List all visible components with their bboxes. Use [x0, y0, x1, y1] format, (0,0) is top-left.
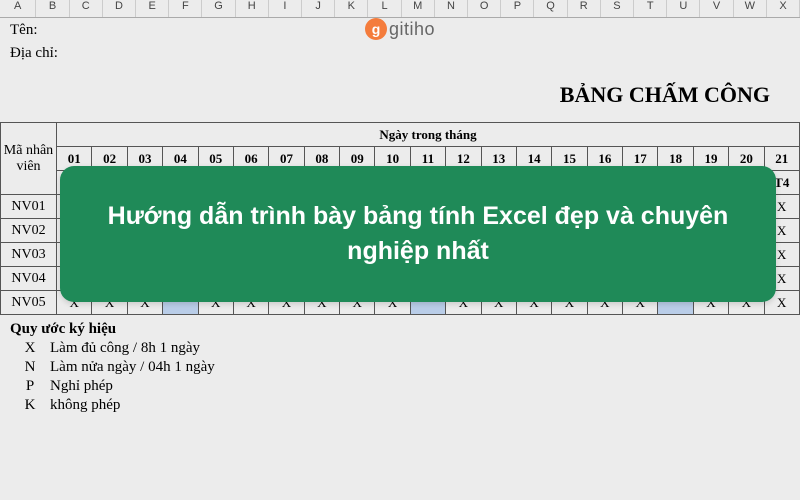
legend-description: Làm nửa ngày / 04h 1 ngày: [50, 359, 790, 376]
legend-row: XLàm đủ công / 8h 1 ngày: [10, 340, 790, 357]
column-letter: L: [368, 0, 401, 17]
legend-title: Quy ước ký hiệu: [10, 321, 790, 338]
legend-symbol: K: [10, 397, 50, 414]
employee-id-cell: NV04: [1, 267, 57, 291]
legend-row: Kkhông phép: [10, 397, 790, 414]
overlay-text: Hướng dẫn trình bày bảng tính Excel đẹp …: [80, 199, 756, 269]
day-number-cell: 21: [764, 147, 800, 171]
column-letter: K: [335, 0, 368, 17]
column-letter: T: [634, 0, 667, 17]
column-letter: W: [734, 0, 767, 17]
legend-row: NLàm nửa ngày / 04h 1 ngày: [10, 359, 790, 376]
employee-id-cell: NV01: [1, 195, 57, 219]
logo-text: gitiho: [389, 19, 435, 39]
header-employee: Mã nhân viên: [1, 123, 57, 195]
legend-description: không phép: [50, 397, 790, 414]
field-diachi: Địa chỉ:: [0, 41, 800, 64]
legend-row: PNghỉ phép: [10, 378, 790, 395]
employee-id-cell: NV05: [1, 291, 57, 315]
column-header-row: ABCDEFGHIJKLMNOPQRSTUVWX: [0, 0, 800, 18]
legend-symbol: N: [10, 359, 50, 376]
employee-id-cell: NV02: [1, 219, 57, 243]
column-letter: S: [601, 0, 634, 17]
column-letter: G: [202, 0, 235, 17]
column-letter: X: [767, 0, 800, 17]
column-letter: V: [700, 0, 733, 17]
column-letter: N: [435, 0, 468, 17]
header-days: Ngày trong tháng: [57, 123, 800, 147]
legend: Quy ước ký hiệu XLàm đủ công / 8h 1 ngày…: [0, 315, 800, 420]
column-letter: J: [302, 0, 335, 17]
legend-symbol: P: [10, 378, 50, 395]
column-letter: H: [236, 0, 269, 17]
column-letter: C: [70, 0, 103, 17]
column-letter: D: [103, 0, 136, 17]
legend-symbol: X: [10, 340, 50, 357]
column-letter: I: [269, 0, 302, 17]
brand-logo: ggitiho: [0, 18, 800, 40]
column-letter: P: [501, 0, 534, 17]
column-letter: O: [468, 0, 501, 17]
logo-mark: g: [365, 18, 387, 40]
column-letter: B: [36, 0, 69, 17]
legend-description: Làm đủ công / 8h 1 ngày: [50, 340, 790, 357]
legend-description: Nghỉ phép: [50, 378, 790, 395]
column-letter: F: [169, 0, 202, 17]
page-title: BẢNG CHẤM CÔNG: [0, 64, 800, 122]
column-letter: R: [568, 0, 601, 17]
column-letter: U: [667, 0, 700, 17]
column-letter: A: [0, 0, 36, 17]
employee-id-cell: NV03: [1, 243, 57, 267]
column-letter: M: [402, 0, 435, 17]
column-letter: Q: [534, 0, 567, 17]
column-letter: E: [136, 0, 169, 17]
overlay-banner: Hướng dẫn trình bày bảng tính Excel đẹp …: [60, 166, 776, 302]
